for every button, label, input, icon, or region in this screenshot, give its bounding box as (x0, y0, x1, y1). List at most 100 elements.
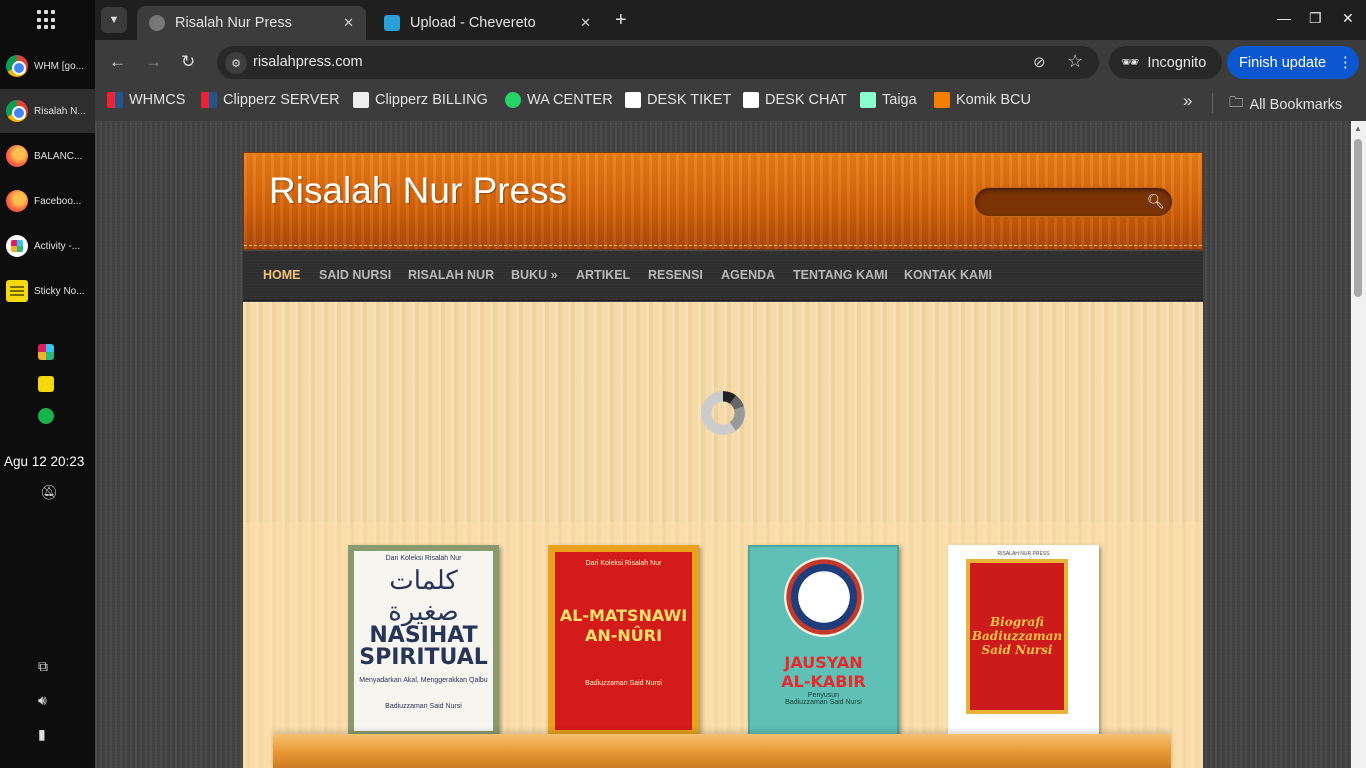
new-tab-button[interactable]: + (615, 9, 627, 32)
nav-home[interactable]: HOME (263, 268, 301, 282)
bookmark-label: DESK TIKET (647, 92, 732, 108)
notifications-off-icon[interactable]: 🔕︎ (40, 484, 58, 501)
vertical-scrollbar[interactable]: ▲ (1351, 121, 1366, 768)
bookmark-desk-tiket[interactable]: DESK TIKET (625, 92, 731, 108)
chevereto-icon (384, 15, 400, 31)
taskbar-item-whm[interactable]: WHM [go... (0, 44, 95, 88)
nav-said-nursi[interactable]: SAID NURSI (319, 268, 391, 282)
url-text[interactable]: risalahpress.com (253, 54, 363, 70)
forward-icon[interactable]: → (145, 52, 162, 72)
bookmark-wa-center[interactable]: WA CENTER (505, 92, 613, 108)
incognito-button[interactable]: 🕶︎ Incognito (1109, 46, 1222, 79)
tab-strip: ▼ Risalah Nur Press ✕ Upload - Chevereto… (95, 0, 1366, 40)
nav-resensi[interactable]: RESENSI (648, 268, 703, 282)
finish-update-label: Finish update (1239, 54, 1327, 71)
recycle-icon[interactable] (38, 408, 54, 424)
bookmark-star-icon[interactable]: ☆ (1067, 51, 1083, 72)
book-title-line: Badiuzzaman (971, 629, 1063, 643)
system-tray (38, 344, 58, 440)
incognito-icon: 🕶︎ (1121, 55, 1140, 71)
wooden-shelf (273, 734, 1171, 768)
more-bookmarks-icon[interactable]: » (1183, 91, 1192, 111)
scrollbar-thumb[interactable] (1354, 139, 1362, 297)
nav-buku[interactable]: BUKU » (511, 268, 558, 282)
search-input[interactable] (985, 192, 1135, 212)
tab-title: Risalah Nur Press (175, 15, 292, 31)
tab-search-button[interactable]: ▼ (101, 7, 127, 33)
bookmark-clipperz-billing[interactable]: Clipperz BILLING (353, 92, 488, 108)
network-icon[interactable]: ⧉ (38, 658, 48, 675)
close-window-icon[interactable]: ✕ (1342, 10, 1354, 27)
reload-icon[interactable]: ↻ (181, 52, 195, 72)
bookmark-label: WA CENTER (527, 92, 613, 108)
battery-icon[interactable]: ▮ (38, 726, 46, 743)
page-viewport: Risalah Nur Press 🔍︎ HOME SAID NURSI RIS… (95, 121, 1351, 768)
app-grid-icon[interactable] (37, 10, 57, 30)
taskbar-item-label: Faceboo... (34, 195, 82, 207)
search-box[interactable]: 🔍︎ (974, 187, 1173, 217)
nav-kontak-kami[interactable]: KONTAK KAMI (904, 268, 992, 282)
main-content: Dari Koleksi Risalah Nur كلمات صغيرة NAS… (243, 302, 1203, 768)
taskbar-item-risalah[interactable]: Risalah N... (0, 89, 95, 133)
browser-toolbar: ← → ↻ ⚙ risalahpress.com ⊘ ☆ 🕶︎ Incognit… (95, 40, 1366, 85)
taskbar-item-label: Risalah N... (34, 105, 86, 117)
nav-tentang-kami[interactable]: TENTANG KAMI (793, 268, 888, 282)
divider (1212, 93, 1213, 113)
site-info-icon[interactable]: ⚙ (225, 52, 247, 74)
book-al-matsnawi[interactable]: Dari Koleksi Risalah Nur AL-MATSNAWI AN-… (548, 545, 699, 737)
whatsapp-icon (505, 92, 521, 108)
address-bar[interactable]: ⚙ risalahpress.com ⊘ ☆ (217, 46, 1099, 79)
nav-artikel[interactable]: ARTIKEL (576, 268, 630, 282)
book-top-text: Dari Koleksi Risalah Nur (385, 555, 462, 562)
website: Risalah Nur Press 🔍︎ HOME SAID NURSI RIS… (243, 152, 1203, 768)
sticky-notes-tray-icon[interactable] (38, 376, 54, 392)
minimize-icon[interactable]: — (1277, 10, 1291, 26)
bookmark-whmcs[interactable]: WHMCS (107, 92, 185, 108)
taskbar-item-facebook[interactable]: Faceboo... (0, 179, 95, 223)
close-tab-icon[interactable]: ✕ (343, 15, 354, 31)
bookmark-komik-bcu[interactable]: Komik BCU (934, 92, 1031, 108)
more-menu-icon[interactable]: ⋮ (1338, 55, 1353, 71)
site-header: Risalah Nur Press 🔍︎ (243, 152, 1203, 250)
clock[interactable]: Agu 12 20:23 (4, 454, 84, 469)
book-biografi-said-nursi[interactable]: RISALAH NUR PRESS Biografi Badiuzzaman S… (948, 545, 1099, 737)
slack-icon (6, 235, 28, 257)
book-publisher: RISALAH NUR PRESS (997, 551, 1050, 557)
all-bookmarks-button[interactable]: 🗀︎ All Bookmarks (1229, 92, 1342, 117)
eye-off-icon[interactable]: ⊘ (1033, 53, 1046, 71)
taskbar-item-balance[interactable]: BALANC... (0, 134, 95, 178)
firefox-icon (6, 190, 28, 212)
slack-tray-icon[interactable] (38, 344, 54, 360)
close-tab-icon[interactable]: ✕ (580, 15, 591, 31)
bookmark-clipperz-server[interactable]: Clipperz SERVER (201, 92, 340, 108)
book-jausyan-al-kabir[interactable]: JAUSYAN AL-KABIR Penyusun Badiuzzaman Sa… (748, 545, 899, 737)
bookmark-taiga[interactable]: Taiga (860, 92, 917, 108)
taskbar-item-sticky-notes[interactable]: Sticky No... (0, 269, 95, 313)
volume-icon[interactable]: 🔊︎ (38, 692, 47, 709)
book-arabic-title: كلمات صغيرة (388, 565, 459, 626)
nav-agenda[interactable]: AGENDA (721, 268, 775, 282)
search-icon[interactable]: 🔍︎ (1147, 193, 1165, 210)
tab-title: Upload - Chevereto (410, 15, 536, 31)
book-author: Badiuzzaman Said Nursi (585, 680, 662, 687)
book-title-line: Biografi (990, 615, 1044, 629)
restore-icon[interactable]: ❐ (1309, 10, 1322, 27)
finish-update-button[interactable]: Finish update ⋮ (1227, 46, 1359, 79)
book-nasihat-spiritual[interactable]: Dari Koleksi Risalah Nur كلمات صغيرة NAS… (348, 545, 499, 737)
book-title: AL-MATSNAWI AN-NÛRI (555, 606, 692, 646)
bookmark-desk-chat[interactable]: DESK CHAT (743, 92, 847, 108)
back-icon[interactable]: ← (109, 52, 126, 72)
site-title[interactable]: Risalah Nur Press (269, 170, 567, 212)
taskbar-item-activity[interactable]: Activity -... (0, 224, 95, 268)
nav-risalah-nur[interactable]: RISALAH NUR (408, 268, 494, 282)
book-subtitle: Menyadarkan Akal, Menggerakkan Qalbu (359, 677, 488, 684)
taskbar-item-label: WHM [go... (34, 60, 85, 72)
all-bookmarks-label: All Bookmarks (1249, 96, 1343, 113)
book-medallion-image (784, 557, 864, 637)
tab-risalah-nur-press[interactable]: Risalah Nur Press ✕ (137, 6, 366, 40)
book-title-line: Said Nursi (981, 643, 1053, 657)
scroll-up-icon[interactable]: ▲ (1354, 124, 1362, 133)
folder-icon: 🗀︎ (1229, 95, 1244, 111)
bookmark-label: Clipperz SERVER (223, 92, 340, 108)
tab-upload-chevereto[interactable]: Upload - Chevereto ✕ (372, 6, 603, 40)
